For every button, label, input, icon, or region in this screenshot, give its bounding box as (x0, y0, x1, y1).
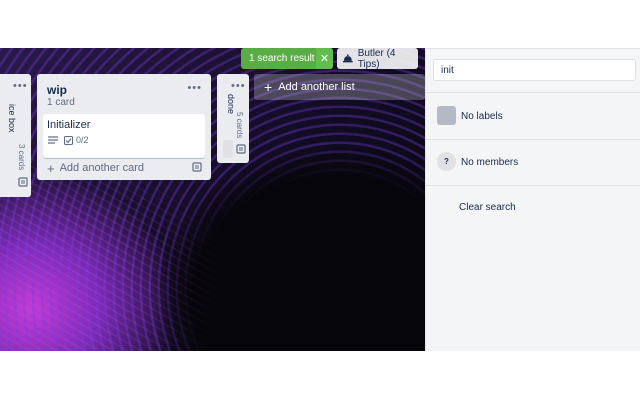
checklist-badge: 0/2 (64, 135, 89, 145)
add-card-label: Add another card (59, 162, 144, 174)
unknown-member-avatar: ? (437, 152, 456, 171)
butler-button[interactable]: Butler (4 Tips) (337, 47, 418, 70)
label-swatch (437, 106, 456, 125)
list-title: ice box (7, 104, 17, 133)
add-card-button[interactable]: + Add another card (47, 160, 144, 176)
clear-search-link[interactable]: Clear search (459, 202, 516, 213)
list-menu-icon[interactable]: ••• (187, 83, 202, 94)
list-wip[interactable]: wip 1 card ••• Initializer 0/2 + Add ano… (37, 74, 211, 180)
list-ice-box-collapsed[interactable]: ••• ice box 3 cards (0, 74, 31, 197)
sidebar-divider (426, 92, 640, 93)
no-members-label: No members (461, 157, 519, 168)
butler-bell-icon (343, 54, 353, 63)
plus-icon: + (47, 160, 55, 176)
list-card-count: 1 card (47, 97, 75, 108)
add-list-button[interactable]: + Add another list (254, 74, 425, 100)
card-title: Initializer (47, 119, 91, 131)
card-badges: 0/2 (48, 135, 89, 145)
description-icon (48, 136, 58, 144)
plus-icon: + (264, 79, 273, 95)
search-input[interactable] (433, 59, 636, 81)
add-list-label: Add another list (278, 81, 355, 93)
search-result-filter[interactable]: 1 search result ✕ (241, 48, 333, 69)
search-sidebar: No labels ? No members Clear search (425, 48, 640, 351)
list-title[interactable]: wip (47, 83, 67, 97)
checklist-count: 0/2 (76, 135, 89, 145)
card-template-icon[interactable] (236, 144, 246, 154)
list-card-count: 3 cards (17, 144, 26, 171)
card-initializer[interactable]: Initializer 0/2 (43, 114, 205, 158)
filter-no-labels[interactable]: No labels (426, 94, 640, 138)
list-card-count: 5 cards (235, 112, 244, 139)
card-template-icon[interactable] (18, 177, 28, 187)
checklist-icon (64, 135, 73, 145)
clear-filter-close-icon[interactable]: ✕ (315, 48, 333, 69)
collapsed-card-placeholder (223, 140, 233, 158)
list-menu-icon[interactable]: ••• (231, 81, 246, 92)
card-template-icon[interactable] (192, 162, 202, 172)
list-menu-icon[interactable]: ••• (13, 81, 28, 92)
sidebar-top-border (426, 48, 640, 49)
search-result-label: 1 search result (249, 53, 315, 64)
butler-label: Butler (4 Tips) (357, 47, 396, 70)
list-done-collapsed[interactable]: ••• done 5 cards (217, 74, 249, 163)
sidebar-divider (426, 185, 640, 186)
filter-no-members[interactable]: ? No members (426, 140, 640, 184)
no-labels-label: No labels (461, 111, 503, 122)
